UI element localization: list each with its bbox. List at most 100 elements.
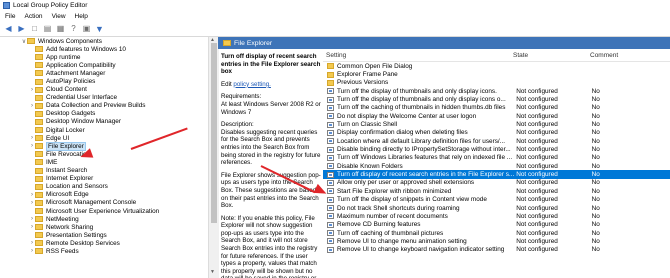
setting-name: Turn off Windows Libraries features that… bbox=[337, 154, 513, 162]
tree-item[interactable]: › Edge UI bbox=[0, 134, 208, 142]
tree-item[interactable]: › Network Sharing bbox=[0, 223, 208, 231]
scrollbar-thumb[interactable] bbox=[211, 43, 217, 223]
settings-list: Setting State Comment Common Open File D… bbox=[323, 49, 670, 278]
setting-row[interactable]: Turn off the display of snippets in Cont… bbox=[323, 196, 670, 204]
policy-icon bbox=[327, 113, 334, 120]
setting-name: Previous Versions bbox=[337, 79, 389, 87]
extended-description: Turn off display of recent search entrie… bbox=[218, 49, 322, 278]
setting-row[interactable]: Start File Explorer with ribbon minimize… bbox=[323, 187, 670, 195]
tree-item[interactable]: › Data Collection and Preview Builds bbox=[0, 102, 208, 110]
setting-row[interactable]: Turn off the caching of thumbnails in hi… bbox=[323, 104, 670, 112]
setting-state: Not configured bbox=[516, 162, 558, 170]
setting-row[interactable]: Maximum number of recent documents Not co… bbox=[323, 212, 670, 220]
setting-row[interactable]: Remove CD Burning features Not configured… bbox=[323, 221, 670, 229]
setting-row[interactable]: Turn off the display of thumbnails and o… bbox=[323, 87, 670, 95]
tree-item[interactable]: Credential User Interface bbox=[0, 94, 208, 102]
tree-item[interactable]: › Cloud Content bbox=[0, 86, 208, 94]
tree-item[interactable]: Microsoft User Experience Virtualization bbox=[0, 207, 208, 215]
column-setting[interactable]: Setting bbox=[323, 52, 513, 59]
setting-name: Remove UI to change keyboard navigation … bbox=[337, 246, 505, 254]
edit-policy-link[interactable]: policy setting. bbox=[233, 81, 271, 88]
up-folder-icon[interactable]: □ bbox=[30, 24, 39, 33]
tree-item[interactable]: File Revocation bbox=[0, 150, 208, 158]
folder-icon bbox=[35, 175, 43, 182]
setting-row[interactable]: Explorer Frame Pane bbox=[323, 70, 670, 78]
tree-item-label: Desktop Gadgets bbox=[46, 110, 96, 118]
menu-view[interactable]: View bbox=[52, 13, 66, 20]
setting-comment: No bbox=[591, 246, 600, 254]
tree-item[interactable]: › RSS Feeds bbox=[0, 247, 208, 255]
tree-item[interactable]: Presentation Settings bbox=[0, 231, 208, 239]
tree-item-label: Edge UI bbox=[46, 134, 70, 142]
tree-item-label: Data Collection and Preview Builds bbox=[46, 102, 146, 110]
tree-item[interactable]: › Microsoft Management Console bbox=[0, 199, 208, 207]
setting-state: Not configured bbox=[516, 137, 558, 145]
setting-row[interactable]: Turn off display of recent search entrie… bbox=[323, 170, 670, 179]
tree-item[interactable]: App runtime bbox=[0, 53, 208, 61]
tree-item[interactable]: IME bbox=[0, 158, 208, 166]
export-list-icon[interactable]: ▦ bbox=[56, 24, 65, 33]
setting-state: Not configured bbox=[516, 96, 558, 104]
description-label: Description: bbox=[221, 121, 254, 129]
setting-row[interactable]: Do not display the Welcome Center at use… bbox=[323, 112, 670, 120]
setting-row[interactable]: Turn on Classic Shell Not configured No bbox=[323, 120, 670, 128]
tree-item[interactable]: Add features to Windows 10 bbox=[0, 45, 208, 53]
tree-item[interactable]: AutoPlay Policies bbox=[0, 77, 208, 85]
tree-item[interactable]: Instant Search bbox=[0, 167, 208, 175]
setting-row[interactable]: Turn off Windows Libraries features that… bbox=[323, 154, 670, 162]
tree-item[interactable]: Desktop Gadgets bbox=[0, 110, 208, 118]
setting-row[interactable]: Location where all default Library defin… bbox=[323, 137, 670, 145]
setting-name: Turn off the display of thumbnails and o… bbox=[337, 96, 506, 104]
folder-icon bbox=[35, 102, 43, 109]
setting-row[interactable]: Previous Versions bbox=[323, 79, 670, 87]
tree-item[interactable]: Attachment Manager bbox=[0, 69, 208, 77]
setting-row[interactable]: Allow only per user or approved shell ex… bbox=[323, 179, 670, 187]
setting-comment: No bbox=[591, 129, 600, 137]
filter-icon[interactable]: ▼ bbox=[95, 24, 104, 34]
help-icon[interactable]: ? bbox=[69, 24, 78, 33]
tree-item[interactable]: Location and Sensors bbox=[0, 183, 208, 191]
folder-icon bbox=[35, 240, 43, 247]
folder-icon bbox=[35, 208, 43, 215]
menu-action[interactable]: Action bbox=[24, 13, 42, 20]
forward-icon[interactable]: ▶ bbox=[17, 24, 26, 33]
menu-file[interactable]: File bbox=[5, 13, 15, 20]
setting-state: Not configured bbox=[516, 104, 558, 112]
tree-item[interactable]: › Remote Desktop Services bbox=[0, 239, 208, 247]
column-comment[interactable]: Comment bbox=[590, 52, 670, 59]
setting-row[interactable]: Disable binding directly to IPropertySet… bbox=[323, 145, 670, 153]
setting-name: Turn off the display of thumbnails and o… bbox=[337, 87, 497, 95]
description-3: Note: If you enable this policy, File Ex… bbox=[221, 214, 318, 278]
setting-row[interactable]: Display confirmation dialog when deletin… bbox=[323, 129, 670, 137]
folder-icon bbox=[327, 79, 334, 86]
setting-row[interactable]: Remove UI to change keyboard navigation … bbox=[323, 246, 670, 254]
setting-row[interactable]: Do not track Shell shortcuts during roam… bbox=[323, 204, 670, 212]
folder-icon bbox=[35, 70, 43, 77]
menu-help[interactable]: Help bbox=[75, 13, 88, 20]
setting-row[interactable]: Remove UI to change menu animation setti… bbox=[323, 237, 670, 245]
tree-item[interactable]: › File Explorer bbox=[0, 141, 208, 151]
setting-comment: No bbox=[591, 146, 600, 154]
setting-row[interactable]: Turn off caching of thumbnail pictures No… bbox=[323, 229, 670, 237]
tree-item[interactable]: Application Compatibility bbox=[0, 61, 208, 69]
properties-icon[interactable]: ▣ bbox=[82, 24, 91, 33]
edit-prefix: Edit bbox=[221, 80, 232, 88]
setting-comment: No bbox=[591, 221, 600, 229]
policy-icon bbox=[327, 129, 334, 136]
column-state[interactable]: State bbox=[513, 52, 590, 59]
setting-name: Remove CD Burning features bbox=[337, 221, 421, 229]
tree-item[interactable]: › NetMeeting bbox=[0, 215, 208, 223]
scroll-down-icon[interactable]: ▼ bbox=[210, 269, 215, 275]
setting-name: Turn on Classic Shell bbox=[337, 121, 398, 129]
tree-item[interactable]: Desktop Window Manager bbox=[0, 118, 208, 126]
folder-icon bbox=[35, 159, 43, 166]
show-hide-tree-icon[interactable]: ▤ bbox=[43, 24, 52, 33]
tree-root-windows-components[interactable]: ∨ Windows Components bbox=[0, 37, 208, 45]
setting-row[interactable]: Turn off the display of thumbnails and o… bbox=[323, 95, 670, 103]
setting-row[interactable]: Disable Known Folders Not configured No bbox=[323, 162, 670, 170]
setting-row[interactable]: Common Open File Dialog bbox=[323, 62, 670, 70]
description-text: Disables suggesting recent queries for t… bbox=[221, 128, 321, 167]
back-icon[interactable]: ◀ bbox=[4, 24, 13, 33]
tree-item[interactable]: Internet Explorer bbox=[0, 175, 208, 183]
tree-item[interactable]: › Microsoft Edge bbox=[0, 191, 208, 199]
